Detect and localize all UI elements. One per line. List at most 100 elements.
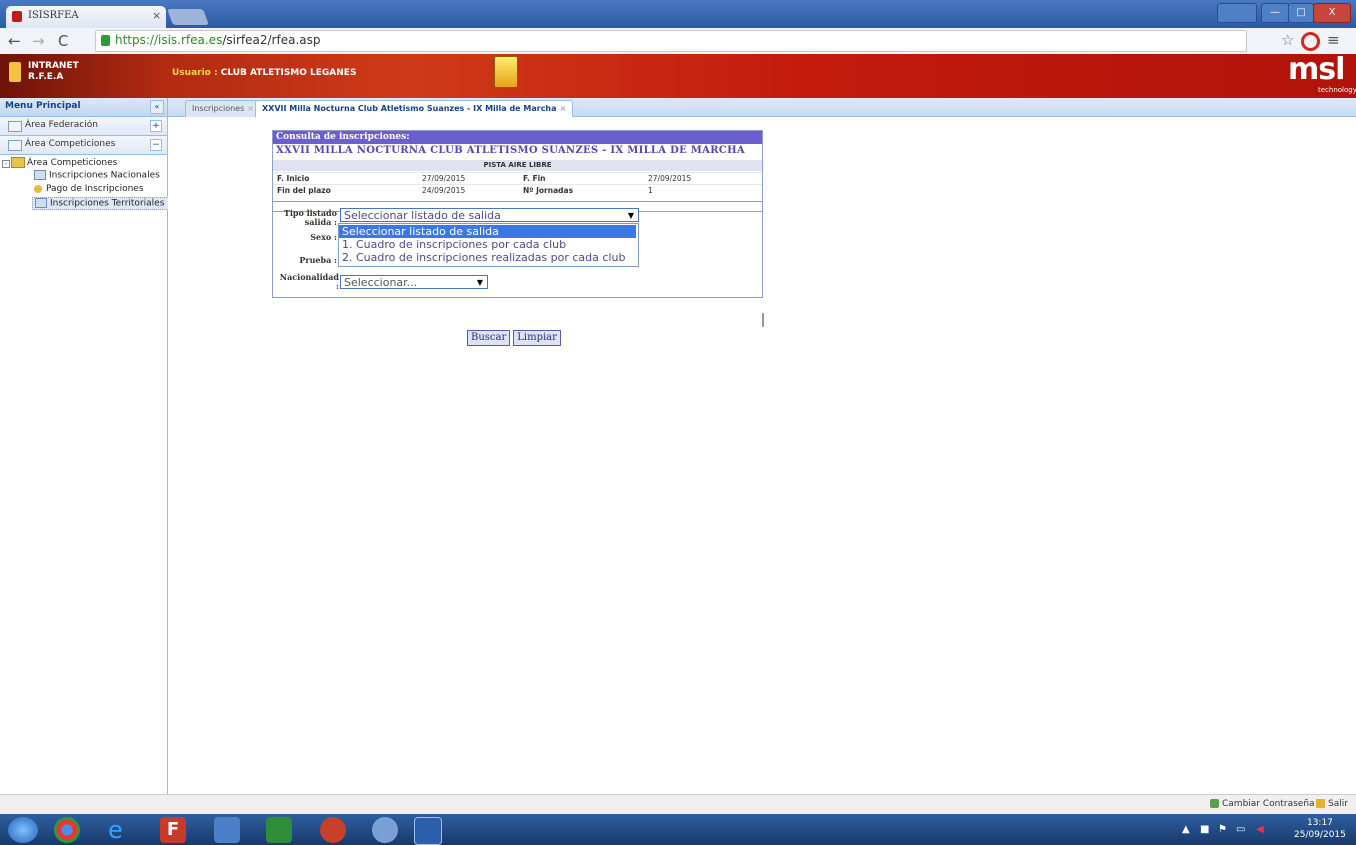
back-arrow-icon[interactable]: ← <box>8 32 21 50</box>
list-icon <box>35 198 47 208</box>
excel-taskbar-icon[interactable] <box>266 817 292 843</box>
content-area: Consulta de inscripciones: XXVII MILLA N… <box>168 117 1356 794</box>
form-buttons: Buscar Limpiar <box>467 330 564 346</box>
tree-toggle-icon[interactable]: - <box>2 160 10 168</box>
tray-network-icon[interactable]: ▭ <box>1236 824 1245 835</box>
dropdown-arrow-icon: ▼ <box>627 211 634 220</box>
window-controls: — □ X <box>1217 3 1351 23</box>
bookmark-star-icon[interactable]: ☆ <box>1281 31 1294 49</box>
buscar-button[interactable]: Buscar <box>467 330 511 346</box>
tab-label: Inscripciones <box>192 104 245 113</box>
forward-arrow-icon[interactable]: → <box>32 32 45 50</box>
sidebar-item-pago-inscripciones[interactable]: Pago de Inscripciones <box>34 184 144 194</box>
sidebar-title: Menu Principal <box>5 101 81 111</box>
logout-link[interactable]: Salir <box>1316 799 1348 809</box>
sidebar: Menu Principal « Área Federación + Área … <box>0 98 170 794</box>
network-tool-taskbar-icon[interactable] <box>214 817 240 843</box>
collapse-sidebar-button[interactable]: « <box>150 100 164 114</box>
tab-close-icon[interactable]: × <box>560 104 567 113</box>
venue-label: PISTA AIRE LIBRE <box>273 160 762 171</box>
tipo-listado-value: Seleccionar listado de salida <box>344 209 501 222</box>
sidebar-item-inscripciones-territoriales[interactable]: Inscripciones Territoriales <box>32 197 170 210</box>
expand-icon[interactable]: + <box>150 120 162 132</box>
folder-icon <box>11 157 25 168</box>
minimize-button[interactable]: — <box>1261 3 1289 23</box>
tab-milla-nocturna[interactable]: XXVII Milla Nocturna Club Atletismo Suan… <box>255 100 574 117</box>
user-name: CLUB ATLETISMO LEGANES <box>220 68 357 78</box>
lock-icon <box>101 35 110 46</box>
windows-taskbar: e F ▲ ■ ⚑ ▭ ◀ 13:17 25/09/2015 <box>0 814 1356 845</box>
word-taskbar-icon[interactable] <box>414 817 442 845</box>
dropdown-arrow-icon: ▼ <box>476 278 483 287</box>
user-profile-button[interactable] <box>1217 3 1257 23</box>
change-password-link[interactable]: Cambiar Contraseña <box>1210 799 1315 809</box>
fin-plazo-label: Fin del plazo <box>277 186 331 195</box>
f-inicio-value: 27/09/2015 <box>422 174 466 183</box>
browser-titlebar: ISISRFEA × — □ X <box>0 0 1356 28</box>
reload-icon[interactable]: C <box>58 32 68 50</box>
rfea-taskbar-icon[interactable] <box>320 817 346 843</box>
sidebar-item-label: Inscripciones Nacionales <box>49 170 160 181</box>
paint-taskbar-icon[interactable] <box>372 817 398 843</box>
content-tabstrip: Inscripciones × XXVII Milla Nocturna Club… <box>168 98 1356 117</box>
rfea-crest-icon <box>9 62 21 82</box>
clock-date: 25/09/2015 <box>1294 830 1346 840</box>
nacionalidad-select[interactable]: Seleccionar... ▼ <box>340 275 488 289</box>
coin-icon <box>34 184 42 193</box>
tray-flag-icon[interactable]: ⚑ <box>1218 824 1227 835</box>
browser-tab-title: ISISRFEA <box>28 10 79 21</box>
tray-windows-icon[interactable]: ■ <box>1200 824 1209 835</box>
tray-volume-icon[interactable]: ◀ <box>1256 824 1264 835</box>
rfea-favicon-icon <box>12 11 22 22</box>
tab-close-icon[interactable]: × <box>247 104 254 113</box>
dropdown-option[interactable]: 1. Cuadro de inscripciones por cada club <box>339 238 636 251</box>
address-bar-row: ← → C https://isis.rfea.es/sirfea2/rfea.… <box>0 28 1356 55</box>
nacionalidad-label: Nacionalidad : <box>279 272 339 291</box>
tray-arrow-icon[interactable]: ▲ <box>1182 824 1190 835</box>
msl-logo: msl <box>1288 52 1345 87</box>
consulta-panel: Consulta de inscripciones: XXVII MILLA N… <box>272 130 763 212</box>
app-statusbar: Cambiar Contraseña Salir <box>0 794 1356 815</box>
tree-root[interactable]: - Área Competiciones <box>2 157 117 168</box>
prueba-label: Prueba : <box>299 255 337 265</box>
f-fin-value: 27/09/2015 <box>648 174 692 183</box>
url-input[interactable]: https://isis.rfea.es/sirfea2/rfea.asp <box>95 30 1247 52</box>
tipo-listado-dropdown: Seleccionar listado de salida 1. Cuadro … <box>338 223 639 267</box>
list-icon <box>34 170 46 180</box>
tipo-listado-select[interactable]: Seleccionar listado de salida ▼ <box>340 208 639 222</box>
browser-menu-icon[interactable]: ≡ <box>1327 31 1340 49</box>
app-header: INTRANET R.F.E.A Usuario : CLUB ATLETISM… <box>0 52 1356 98</box>
user-label: Usuario : <box>172 68 221 78</box>
dropdown-option[interactable]: Seleccionar listado de salida <box>339 225 636 238</box>
msl-logo-subtitle: technology <box>1318 86 1356 94</box>
tab-inscripciones[interactable]: Inscripciones × <box>185 100 261 117</box>
opera-extension-icon[interactable] <box>1301 32 1320 51</box>
new-tab-button[interactable] <box>167 9 209 25</box>
collapse-icon[interactable]: − <box>150 139 162 151</box>
intranet-brand: INTRANET R.F.E.A <box>9 61 79 83</box>
start-button[interactable] <box>8 817 38 843</box>
maximize-button[interactable]: □ <box>1288 3 1314 23</box>
f-inicio-label: F. Inicio <box>277 174 310 183</box>
accordion-area-competiciones[interactable]: Área Competiciones − <box>0 136 167 155</box>
tab-label: XXVII Milla Nocturna Club Atletismo Suan… <box>262 104 557 113</box>
event-title: XXVII MILLA NOCTURNA CLUB ATLETISMO SUAN… <box>276 145 745 156</box>
accordion-label: Área Federación <box>25 120 98 130</box>
change-password-label: Cambiar Contraseña <box>1222 799 1315 809</box>
clock[interactable]: 13:17 25/09/2015 <box>1294 817 1346 841</box>
logout-label: Salir <box>1328 799 1348 809</box>
dropdown-option[interactable]: 2. Cuadro de inscripciones realizadas po… <box>339 251 636 264</box>
accordion-area-federacion[interactable]: Área Federación + <box>0 117 167 136</box>
tab-close-icon[interactable]: × <box>152 9 161 22</box>
sidebar-item-inscripciones-nacionales[interactable]: Inscripciones Nacionales <box>34 170 160 181</box>
internet-explorer-taskbar-icon[interactable]: e <box>108 817 134 843</box>
limpiar-button[interactable]: Limpiar <box>513 330 561 346</box>
browser-tab[interactable]: ISISRFEA × <box>6 6 166 28</box>
sidebar-item-label: Inscripciones Territoriales <box>50 198 165 209</box>
chrome-taskbar-icon[interactable] <box>54 817 80 843</box>
tree-root-label: Área Competiciones <box>27 158 118 168</box>
close-window-button[interactable]: X <box>1313 3 1351 23</box>
filezilla-taskbar-icon[interactable]: F <box>160 817 186 843</box>
f-fin-label: F. Fin <box>523 174 546 183</box>
url-text: https://isis.rfea.es/sirfea2/rfea.asp <box>115 33 320 47</box>
